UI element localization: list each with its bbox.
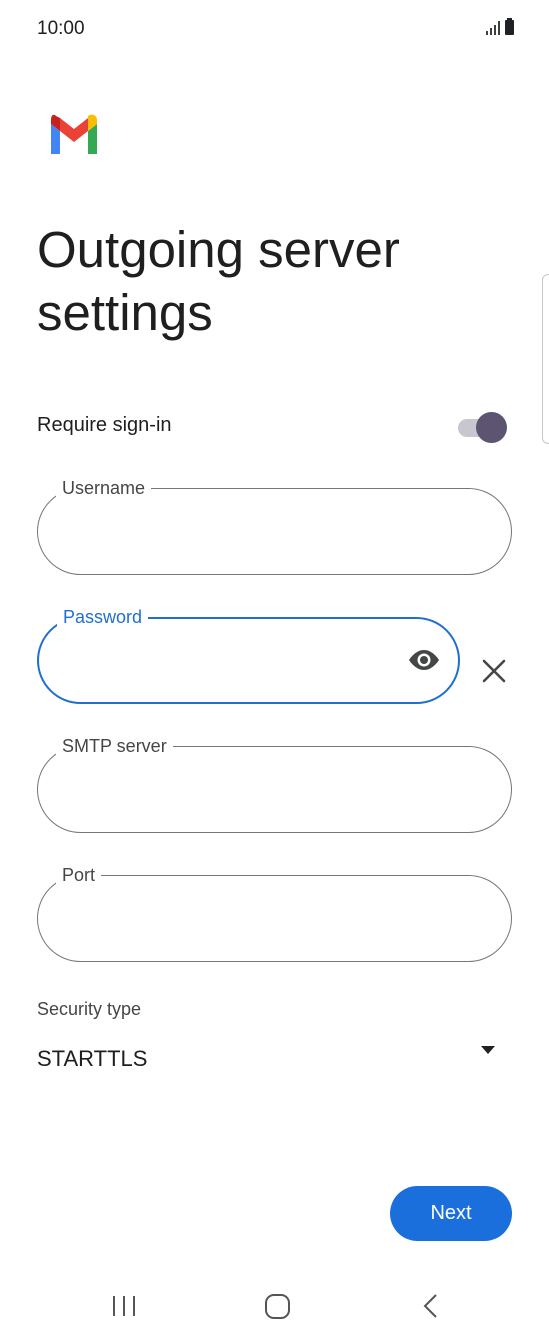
password-label: Password [57,606,149,628]
username-label: Username [56,477,152,499]
require-signin-toggle[interactable] [458,410,508,443]
password-field[interactable]: Password [37,606,460,704]
battery-icon [505,18,514,35]
scroll-handle[interactable] [542,274,549,444]
username-input[interactable] [62,515,406,549]
next-button[interactable]: Next [390,1186,512,1241]
page-title: Outgoing server settings [37,221,400,341]
port-input[interactable] [62,902,406,936]
security-type-label: Security type [37,999,142,1019]
eye-icon[interactable] [406,647,442,673]
toggle-thumb [476,412,507,443]
home-icon[interactable] [264,1293,291,1320]
back-icon[interactable] [420,1292,442,1320]
username-field[interactable]: Username [37,477,512,575]
gmail-logo-icon [51,114,97,154]
smtp-server-input[interactable] [62,773,406,807]
port-label: Port [56,864,102,886]
recent-apps-icon[interactable] [110,1294,138,1318]
status-bar: 10:00 [0,0,549,60]
dropdown-arrow-icon [481,1046,495,1054]
status-time: 10:00 [37,18,85,39]
smtp-server-label: SMTP server [56,735,173,757]
signal-icon [486,21,500,35]
security-type-value: STARTTLS [37,1046,148,1071]
smtp-server-field[interactable]: SMTP server [37,735,512,833]
navigation-bar [0,1270,549,1342]
require-signin-label: Require sign-in [37,414,172,436]
port-field[interactable]: Port [37,864,512,962]
security-type-select[interactable]: STARTTLS [37,1036,507,1080]
require-signin-row[interactable]: Require sign-in [37,404,512,448]
close-icon[interactable] [479,656,509,686]
password-input[interactable] [63,645,407,679]
status-icons [486,18,514,35]
